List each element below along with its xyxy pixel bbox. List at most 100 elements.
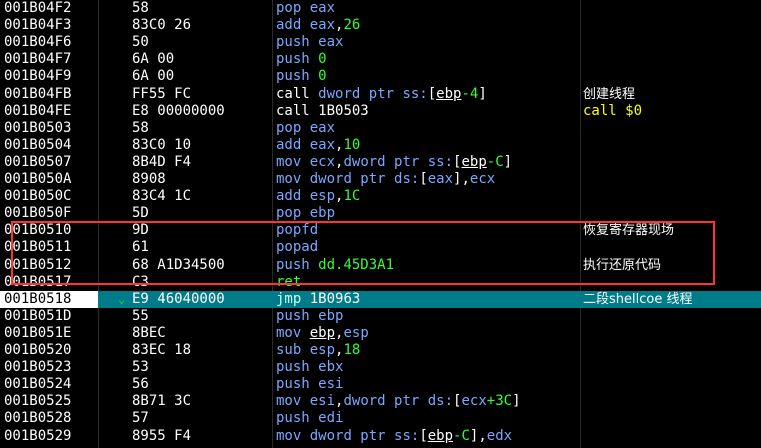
disassembly-row[interactable]: 001B0520 83EC 18 sub esp,18	[0, 342, 761, 359]
address-cell: 001B0507	[4, 154, 72, 170]
disassembly-row[interactable]: 001B0510 9D popfd 恢复寄存器现场	[0, 222, 761, 239]
instruction-token: push	[276, 376, 310, 392]
comment-cell	[583, 120, 761, 137]
instruction-token: mov	[276, 154, 302, 170]
instruction-token: [	[419, 171, 428, 187]
instruction-cell: mov dword ptr ds:[eax],ecx	[276, 171, 580, 188]
instruction-cell: call 1B0503	[276, 103, 580, 120]
disassembly-row[interactable]: 001B04FE E8 00000000 call 1B0503 call $0	[0, 103, 761, 120]
instruction-token: call	[276, 86, 310, 102]
disassembly-row[interactable]: 001B0518 ⌄ E9 46040000 jmp 1B0963 二段shellcoe…	[0, 291, 761, 308]
disassembly-row[interactable]: 001B050F 5D pop ebp	[0, 205, 761, 222]
comment-cell	[583, 137, 761, 154]
disassembly-row[interactable]: 001B0525 8B71 3C mov esi,dword ptr ds:[ecx…	[0, 393, 761, 410]
comment-cell	[583, 428, 761, 445]
instruction-token: 0	[318, 51, 327, 67]
opcode-bytes-cell: 6A 00	[132, 68, 175, 84]
disassembly-row[interactable]: 001B04F7 6A 00 push 0	[0, 51, 761, 68]
instruction-token: ecx	[309, 154, 336, 170]
disassembly-row[interactable]: 001B0523 53 push ebx	[0, 359, 761, 376]
instruction-token: 1B0503	[318, 103, 369, 119]
opcode-bytes-cell: 61	[132, 239, 149, 255]
instruction-token: esi	[309, 393, 336, 409]
opcode-bytes-cell: 58	[132, 120, 149, 136]
disassembly-row[interactable]: 001B0512 68 A1D34500 push dd.45D3A1 执行还原代码	[0, 257, 761, 274]
disassembly-row[interactable]: 001B04F2 58 pop eax	[0, 0, 761, 17]
opcode-bytes-cell: 8B71 3C	[132, 393, 192, 409]
instruction-cell: popfd	[276, 222, 580, 239]
instruction-cell: pop eax	[276, 120, 580, 137]
instruction-token	[301, 325, 309, 341]
instruction-token: eax	[318, 34, 344, 50]
comment-cell: 二段shellcoe 线程	[583, 292, 693, 307]
comment-cell	[583, 0, 761, 17]
instruction-cell: mov dword ptr ss:[ebp-C],edx	[276, 428, 580, 445]
instruction-cell: pop ebp	[276, 205, 580, 222]
instruction-token: ]	[512, 393, 521, 409]
opcode-bytes-cell: FF55 FC	[132, 86, 192, 102]
opcode-bytes-cell: 6A 00	[132, 51, 175, 67]
address-cell: 001B04F6	[4, 34, 72, 50]
disassembly-row[interactable]: 001B050C 83C4 1C add esp,1C	[0, 188, 761, 205]
instruction-cell: jmp 1B0963	[276, 291, 580, 308]
instruction-token	[301, 393, 309, 409]
instruction-token: call	[276, 103, 310, 119]
opcode-bytes-cell: 50	[132, 34, 149, 50]
instruction-token: esp	[309, 188, 336, 204]
comment-cell	[583, 17, 761, 34]
instruction-token: -C	[453, 428, 470, 444]
instruction-token	[301, 137, 309, 153]
address-cell: 001B0504	[4, 137, 72, 153]
instruction-cell: add esp,1C	[276, 188, 580, 205]
opcode-bytes-cell: 8BEC	[132, 325, 166, 341]
instruction-token: ]	[478, 86, 487, 102]
opcode-bytes-cell: 8B4D F4	[132, 154, 192, 170]
comment-cell	[583, 393, 761, 410]
disassembly-row[interactable]: 001B04F6 50 push eax	[0, 34, 761, 51]
instruction-token: mov	[276, 171, 302, 187]
disassembly-row[interactable]: 001B0529 8955 F4 mov dword ptr ss:[ebp-C],…	[0, 428, 761, 445]
instruction-token: edi	[318, 410, 344, 426]
comment-cell	[583, 239, 761, 256]
disassembly-row[interactable]: 001B051E 8BEC mov ebp,esp	[0, 325, 761, 342]
instruction-token: dd.45D3A1	[318, 257, 395, 273]
instruction-token	[310, 51, 318, 67]
instruction-token	[310, 68, 318, 84]
instruction-token: mov	[276, 428, 302, 444]
instruction-token: pop	[276, 120, 302, 136]
disassembly-row[interactable]: 001B04F3 83C0 26 add eax,26	[0, 17, 761, 34]
instruction-token	[310, 410, 318, 426]
instruction-cell: push eax	[276, 34, 580, 51]
disassembly-row[interactable]: 001B0528 57 push edi	[0, 410, 761, 427]
address-cell: 001B0518	[0, 291, 98, 308]
instruction-token: sub	[276, 342, 302, 358]
jump-arrow-icon: ⌄	[118, 292, 126, 306]
disassembly-row[interactable]: 001B050A 8908 mov dword ptr ds:[eax],ecx	[0, 171, 761, 188]
disassembly-row[interactable]: 001B0503 58 pop eax	[0, 120, 761, 137]
disassembly-row[interactable]: 001B0517 C3 ret	[0, 274, 761, 291]
disassembly-view[interactable]: 001B04F2 58 pop eax 001B04F3 83C0 26 add eax,…	[0, 0, 761, 448]
instruction-token: +3C	[486, 393, 513, 409]
address-cell: 001B0503	[4, 120, 72, 136]
instruction-token: add	[276, 17, 302, 33]
instruction-token	[310, 34, 318, 50]
instruction-token	[301, 428, 309, 444]
disassembly-row[interactable]: 001B0504 83C0 10 add eax,10	[0, 137, 761, 154]
disassembly-row[interactable]: 001B0507 8B4D F4 mov ecx,dword ptr ss:[ebp…	[0, 154, 761, 171]
address-cell: 001B051E	[4, 325, 72, 341]
instruction-token: esp	[343, 325, 369, 341]
instruction-token: jmp	[276, 291, 302, 307]
instruction-token: 1B0963	[309, 291, 361, 307]
instruction-token: ]	[503, 154, 513, 170]
disassembly-row[interactable]: 001B04FB FF55 FC call dword ptr ss:[ebp-4]…	[0, 86, 761, 103]
instruction-cell: mov esi,dword ptr ds:[ecx+3C]	[276, 393, 580, 410]
disassembly-row[interactable]: 001B04F9 6A 00 push 0	[0, 68, 761, 85]
instruction-token: push	[276, 34, 310, 50]
instruction-token: mov	[276, 393, 302, 409]
disassembly-row[interactable]: 001B0524 56 push esi	[0, 376, 761, 393]
comment-cell	[583, 188, 761, 205]
disassembly-row[interactable]: 001B0511 61 popad	[0, 239, 761, 256]
disassembly-row[interactable]: 001B051D 55 push ebp	[0, 308, 761, 325]
instruction-cell: pop eax	[276, 0, 580, 17]
instruction-cell: sub esp,18	[276, 342, 580, 359]
